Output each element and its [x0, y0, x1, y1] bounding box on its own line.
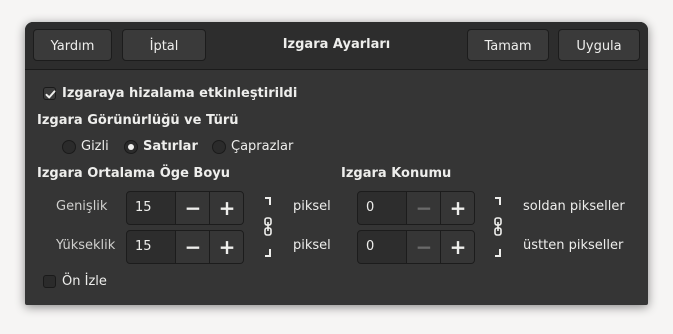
radio-lines[interactable] — [124, 140, 138, 154]
offset-top-increment-button[interactable]: + — [440, 231, 474, 263]
height-unit: piksel — [293, 238, 331, 253]
preview-checkbox[interactable] — [43, 275, 56, 288]
offset-top-spinbutton[interactable]: 0 − + — [357, 230, 475, 264]
apply-button[interactable]: Uygula — [558, 29, 640, 61]
spacing-heading: Izgara Ortalama Öge Boyu — [37, 166, 230, 181]
width-label: Genişlik — [56, 199, 108, 214]
radio-hidden-label[interactable]: Gizli — [81, 139, 109, 154]
radio-lines-label[interactable]: Satırlar — [143, 139, 198, 154]
offset-left-increment-button[interactable]: + — [440, 192, 474, 224]
width-increment-button[interactable]: + — [209, 192, 243, 224]
height-label: Yükseklik — [56, 238, 116, 253]
offset-left-decrement-button[interactable]: − — [406, 192, 441, 224]
width-decrement-button[interactable]: − — [175, 192, 210, 224]
grid-settings-dialog: Yardım İptal Izgara Ayarları Tamam Uygul… — [25, 22, 648, 305]
offset-left-value[interactable]: 0 — [366, 200, 374, 215]
snap-checkbox[interactable] — [43, 87, 56, 100]
help-button[interactable]: Yardım — [33, 29, 112, 61]
height-spinbutton[interactable]: 15 − + — [126, 230, 244, 264]
checkmark-icon — [45, 90, 56, 99]
cancel-button[interactable]: İptal — [122, 29, 206, 61]
spacing-chain-icon[interactable] — [261, 196, 275, 262]
visibility-heading: Izgara Görünürlüğü ve Türü — [37, 113, 239, 128]
offset-top-value[interactable]: 0 — [366, 239, 374, 254]
header-bar: Yardım İptal Izgara Ayarları Tamam Uygul… — [25, 22, 648, 70]
radio-hidden[interactable] — [62, 140, 76, 154]
snap-label[interactable]: Izgaraya hizalama etkinleştirildi — [62, 86, 297, 101]
width-unit: piksel — [293, 199, 331, 214]
ok-button[interactable]: Tamam — [467, 29, 549, 61]
height-value[interactable]: 15 — [135, 239, 152, 254]
height-decrement-button[interactable]: − — [175, 231, 210, 263]
offset-heading: Izgara Konumu — [341, 166, 452, 181]
offset-top-decrement-button[interactable]: − — [406, 231, 441, 263]
dialog-title: Izgara Ayarları — [282, 37, 391, 52]
width-spinbutton[interactable]: 15 − + — [126, 191, 244, 225]
offset-left-spinbutton[interactable]: 0 − + — [357, 191, 475, 225]
offset-left-unit: soldan pikseller — [523, 199, 625, 214]
offset-chain-icon[interactable] — [491, 196, 505, 262]
preview-label[interactable]: Ön İzle — [62, 274, 107, 289]
radio-crosses-label[interactable]: Çaprazlar — [231, 139, 293, 154]
radio-crosses[interactable] — [212, 140, 226, 154]
height-increment-button[interactable]: + — [209, 231, 243, 263]
offset-top-unit: üstten pikseller — [523, 238, 624, 253]
width-value[interactable]: 15 — [135, 200, 152, 215]
